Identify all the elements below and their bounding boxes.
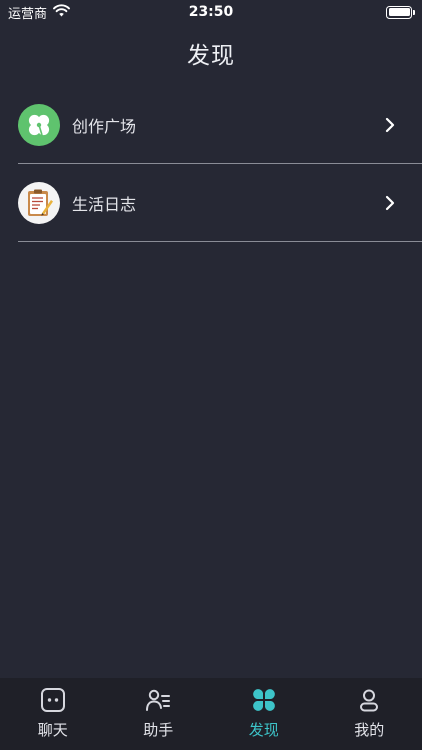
wifi-icon xyxy=(53,3,70,21)
list-item-creative-plaza[interactable]: 创作广场 xyxy=(0,86,422,164)
battery-icon xyxy=(386,5,415,19)
assistant-icon xyxy=(145,687,171,713)
tab-label: 助手 xyxy=(143,721,174,739)
status-bar: 运营商 23:50 xyxy=(0,0,422,24)
profile-icon xyxy=(356,687,382,713)
clipboard-icon xyxy=(18,182,60,224)
clover-icon xyxy=(18,104,60,146)
carrier-label: 运营商 xyxy=(8,6,48,22)
tab-label: 我的 xyxy=(354,721,385,739)
tab-discover[interactable]: 发现 xyxy=(211,678,317,740)
discover-icon xyxy=(251,687,277,713)
tab-profile[interactable]: 我的 xyxy=(317,678,422,740)
chevron-right-icon xyxy=(370,195,410,211)
list-item-life-log[interactable]: 生活日志 xyxy=(0,164,422,242)
chevron-right-icon xyxy=(370,117,410,133)
tab-bar: 聊天 助手 发现 我的 xyxy=(0,678,422,750)
status-left: 运营商 xyxy=(8,3,70,22)
battery-level xyxy=(388,8,410,16)
list-item-label: 创作广场 xyxy=(72,117,137,136)
tab-assistant[interactable]: 助手 xyxy=(106,678,212,740)
list-item-label: 生活日志 xyxy=(72,195,137,214)
tab-label: 发现 xyxy=(248,721,279,739)
page-title: 发现 xyxy=(187,43,235,69)
chat-icon xyxy=(40,687,66,713)
discover-list: 创作广场 生活日志 xyxy=(0,86,422,242)
tab-chat[interactable]: 聊天 xyxy=(0,678,106,740)
tab-label: 聊天 xyxy=(37,721,68,739)
